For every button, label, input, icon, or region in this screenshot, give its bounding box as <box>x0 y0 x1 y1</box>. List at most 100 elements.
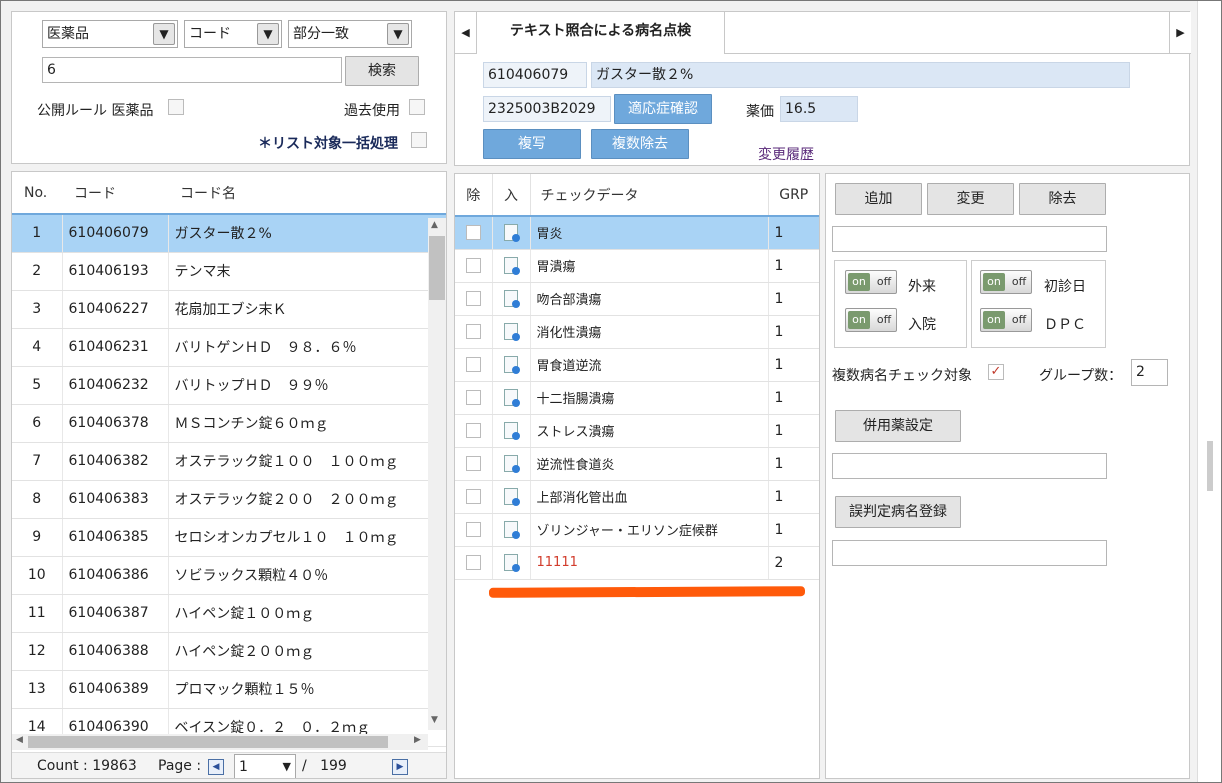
table-row[interactable]: 吻合部潰瘍 1 <box>455 282 819 316</box>
add-button[interactable]: 追加 <box>835 183 922 215</box>
remove-checkbox[interactable] <box>465 357 481 372</box>
document-import-icon[interactable] <box>504 224 520 243</box>
remove-checkbox[interactable] <box>465 258 481 273</box>
tab-scroll-left[interactable]: ◀ <box>455 12 477 54</box>
document-import-icon[interactable] <box>504 356 520 374</box>
table-row[interactable]: 2 610406193 テンマ末 <box>12 252 446 291</box>
search-button[interactable]: 検索 <box>345 56 419 86</box>
indication-check-button[interactable]: 適応症確認 <box>614 94 712 124</box>
inpatient-toggle[interactable]: on off <box>845 308 897 332</box>
table-row[interactable]: 7 610406382 オステラック錠１００ １００ｍｇ <box>12 442 446 481</box>
document-import-icon[interactable] <box>504 455 520 473</box>
remove-checkbox[interactable] <box>465 225 481 241</box>
col-no[interactable]: No. <box>12 172 62 215</box>
outer-scroll-strip[interactable] <box>1197 1 1221 782</box>
tab-scroll-right[interactable]: ▶ <box>1169 12 1191 54</box>
combo-drug-input[interactable] <box>832 453 1107 479</box>
tab-text-check[interactable]: テキスト照合による病名点検 <box>477 12 725 54</box>
change-button[interactable]: 変更 <box>927 183 1014 215</box>
misjudge-input[interactable] <box>832 540 1107 566</box>
scroll-thumb[interactable] <box>429 236 445 300</box>
table-row[interactable]: 6 610406378 ＭＳコンチン錠６０ｍｇ <box>12 404 446 443</box>
multi-check-checkbox[interactable]: ✓ <box>988 364 1004 380</box>
document-import-icon[interactable] <box>504 488 520 506</box>
bulk-process-checkbox[interactable] <box>411 132 427 148</box>
misjudge-register-button[interactable]: 誤判定病名登録 <box>835 496 961 528</box>
count-label: Count : 19863 <box>37 758 137 774</box>
document-import-icon[interactable] <box>504 257 520 275</box>
h-scroll-thumb[interactable] <box>28 736 388 748</box>
table-row[interactable]: 3 610406227 花扇加工ブシ末Ｋ <box>12 290 446 329</box>
change-history-link[interactable]: 変更履歴 <box>758 144 814 164</box>
category-select[interactable]: 医薬品 ▼ <box>42 20 178 48</box>
field-select[interactable]: コード ▼ <box>184 20 282 48</box>
document-import-icon[interactable] <box>504 554 520 572</box>
table-row[interactable]: 8 610406383 オステラック錠２００ ２００ｍｇ <box>12 480 446 519</box>
prev-page-button[interactable]: ◀ <box>208 759 224 775</box>
cell-check-data: 上部消化管出血 <box>530 480 769 514</box>
group-count-input[interactable]: 2 <box>1131 359 1168 386</box>
col-code[interactable]: コード <box>62 172 168 215</box>
table-row[interactable]: 胃炎 1 <box>455 216 819 250</box>
vertical-scrollbar[interactable]: ▲ ▼ <box>428 218 446 730</box>
document-import-icon[interactable] <box>504 389 520 407</box>
past-use-checkbox[interactable] <box>409 99 425 115</box>
col-input[interactable]: 入 <box>492 174 531 217</box>
table-row[interactable]: 11 610406387 ハイペン錠１００ｍｇ <box>12 594 446 633</box>
table-row[interactable]: 1 610406079 ガスター散２% <box>12 214 446 253</box>
remove-checkbox[interactable] <box>465 555 481 570</box>
remove-checkbox[interactable] <box>465 456 481 471</box>
scroll-right-arrow[interactable]: ▶ <box>414 735 421 745</box>
scroll-up-arrow[interactable]: ▲ <box>431 220 438 230</box>
table-row[interactable]: 12 610406388 ハイペン錠２００ｍｇ <box>12 632 446 671</box>
multi-remove-button[interactable]: 複数除去 <box>591 129 689 159</box>
document-import-icon[interactable] <box>504 323 520 341</box>
scroll-down-arrow[interactable]: ▼ <box>431 715 438 725</box>
table-row[interactable]: 9 610406385 セロシオンカプセル１０ １０ｍｇ <box>12 518 446 557</box>
scroll-left-arrow[interactable]: ◀ <box>16 735 23 745</box>
combo-drug-button[interactable]: 併用薬設定 <box>835 410 961 442</box>
remove-checkbox[interactable] <box>465 522 481 537</box>
disease-input[interactable] <box>832 226 1107 252</box>
col-grp[interactable]: GRP <box>768 174 819 217</box>
table-row[interactable]: 逆流性食道炎 1 <box>455 447 819 481</box>
table-row[interactable]: 10 610406386 ソビラックス顆粒４０％ <box>12 556 446 595</box>
document-import-icon[interactable] <box>504 422 520 440</box>
first-visit-toggle[interactable]: on off <box>980 270 1032 294</box>
table-row[interactable]: 上部消化管出血 1 <box>455 480 819 514</box>
copy-button[interactable]: 複写 <box>483 129 581 159</box>
remove-cell <box>455 414 493 448</box>
table-row[interactable]: 11111 2 <box>455 546 819 580</box>
col-remove[interactable]: 除 <box>455 174 493 217</box>
document-import-icon[interactable] <box>504 290 520 308</box>
horizontal-scrollbar[interactable]: ◀ ▶ <box>12 734 428 750</box>
dpc-toggle[interactable]: on off <box>980 308 1032 332</box>
match-select[interactable]: 部分一致 ▼ <box>288 20 412 48</box>
col-check-data[interactable]: チェックデータ <box>530 174 769 217</box>
document-import-icon[interactable] <box>504 521 520 539</box>
table-row[interactable]: ストレス潰瘍 1 <box>455 414 819 448</box>
remove-checkbox[interactable] <box>465 291 481 306</box>
next-page-button[interactable]: ▶ <box>392 759 408 775</box>
table-row[interactable]: 胃潰瘍 1 <box>455 249 819 283</box>
public-rule-checkbox[interactable] <box>168 99 184 115</box>
remove-checkbox[interactable] <box>465 423 481 438</box>
input-cell <box>492 315 531 349</box>
outpatient-toggle[interactable]: on off <box>845 270 897 294</box>
remove-button[interactable]: 除去 <box>1019 183 1106 215</box>
table-row[interactable]: 4 610406231 バリトゲンＨＤ ９８．６％ <box>12 328 446 367</box>
remove-checkbox[interactable] <box>465 324 481 339</box>
remove-checkbox[interactable] <box>465 489 481 504</box>
table-row[interactable]: ゾリンジャー・エリソン症候群 1 <box>455 513 819 547</box>
table-row[interactable]: 13 610406389 プロマック顆粒１５％ <box>12 670 446 709</box>
input-cell <box>492 348 531 382</box>
remove-checkbox[interactable] <box>465 390 481 405</box>
table-row[interactable]: 十二指腸潰瘍 1 <box>455 381 819 415</box>
table-row[interactable]: 消化性潰瘍 1 <box>455 315 819 349</box>
table-row[interactable]: 5 610406232 バリトップＨＤ ９９％ <box>12 366 446 405</box>
col-name[interactable]: コード名 <box>168 172 446 215</box>
table-row[interactable]: 胃食道逆流 1 <box>455 348 819 382</box>
outer-scroll-thumb[interactable] <box>1207 441 1213 491</box>
search-input[interactable]: 6 <box>42 57 342 83</box>
page-select[interactable]: 1 ▼ <box>234 754 296 778</box>
